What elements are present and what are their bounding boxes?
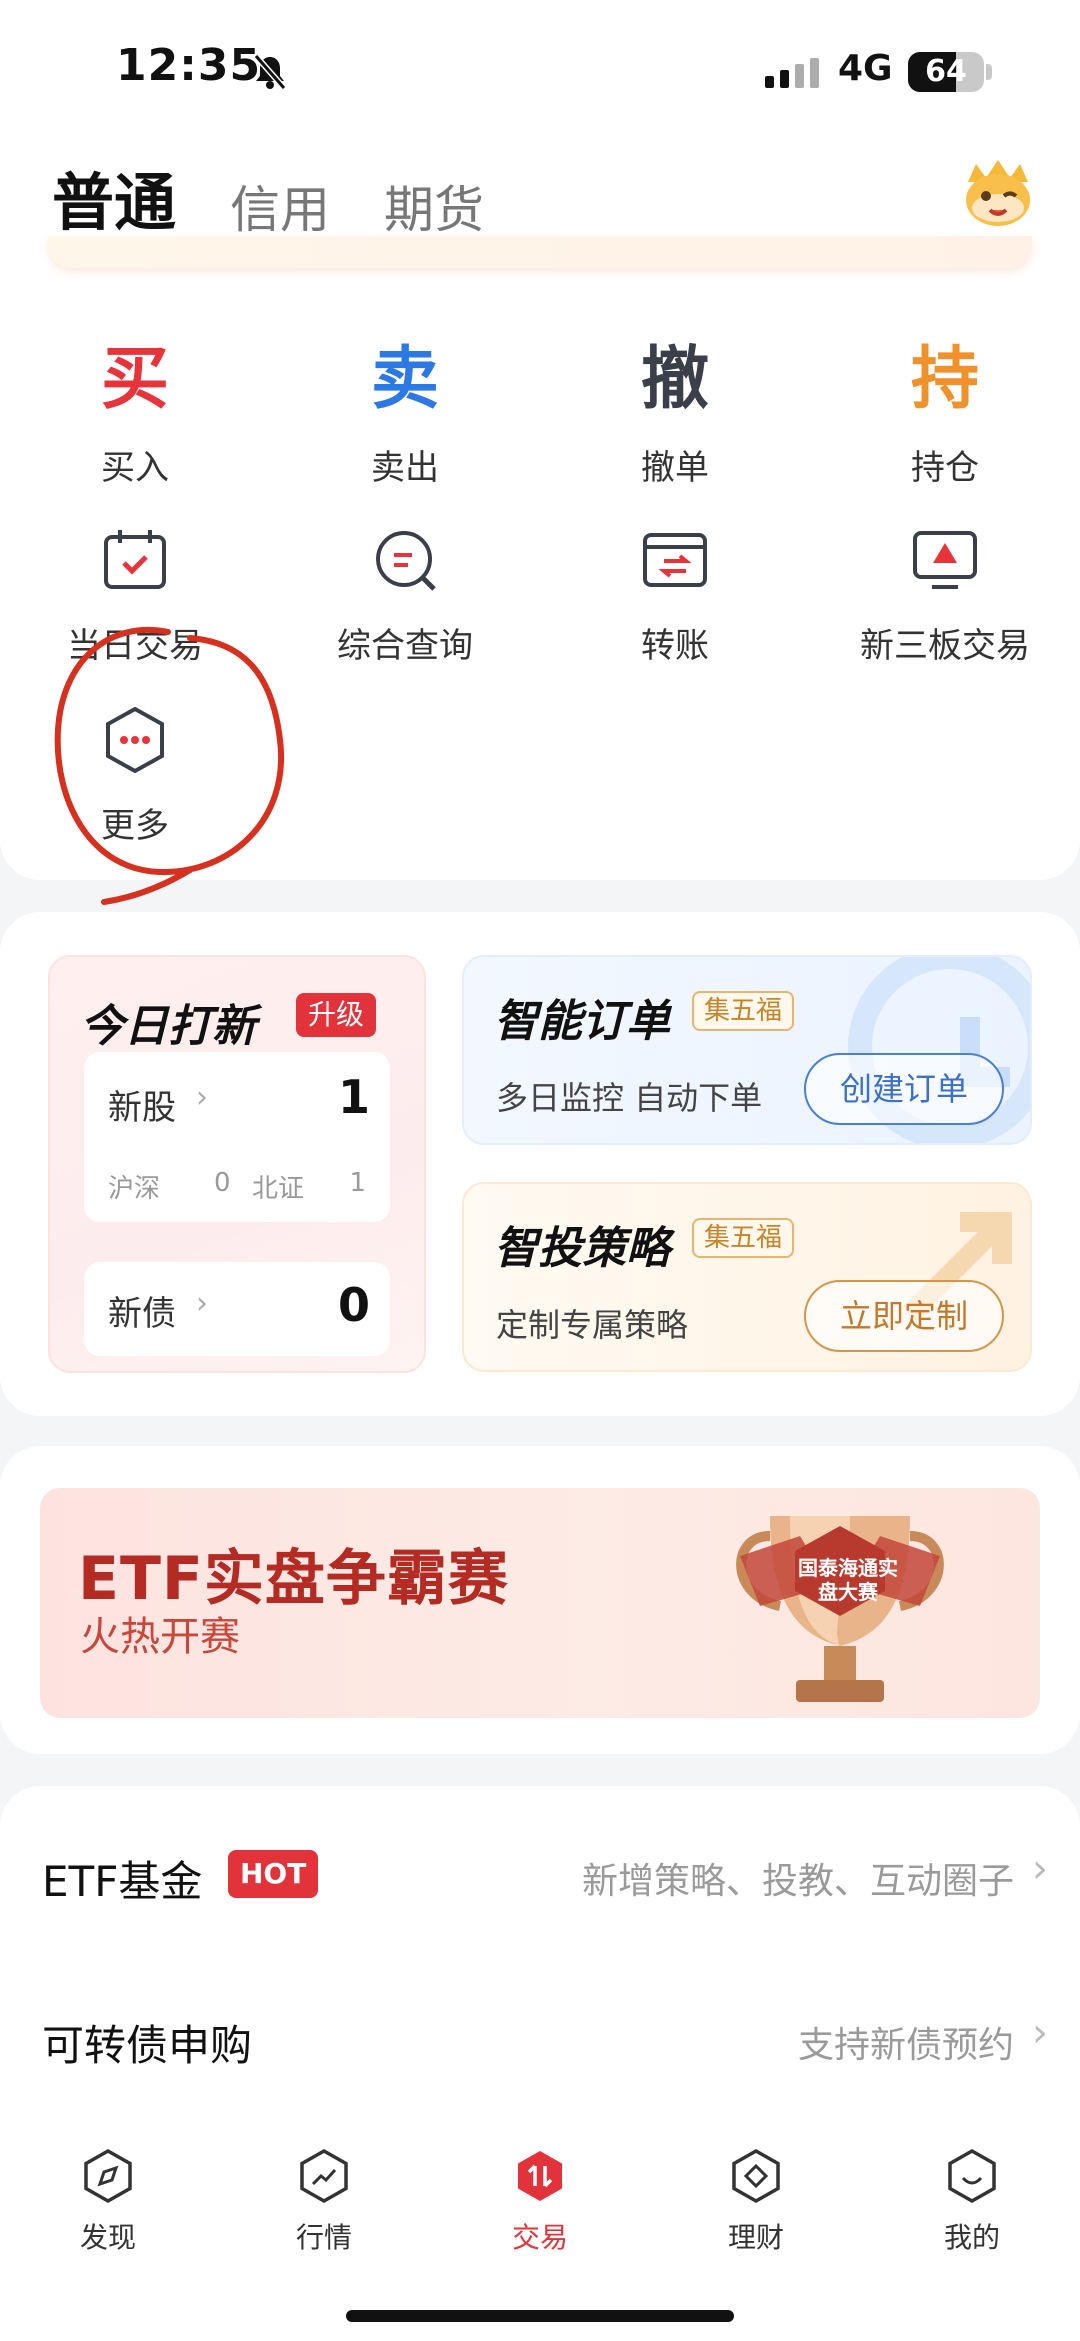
transfer-label: 转账: [641, 626, 709, 666]
annotation-circle: [40, 620, 300, 914]
new-stock-count: 1: [337, 1070, 370, 1124]
hs-label: 沪深: [108, 1174, 161, 1204]
trophy-text: 国泰海通实盘大赛: [798, 1556, 898, 1604]
cellular-signal-icon: [765, 58, 819, 88]
battery-tip: [986, 64, 992, 80]
nav-market[interactable]: 行情: [216, 2148, 432, 2256]
trend-icon: [216, 2148, 432, 2208]
transfer-button[interactable]: 转账: [540, 520, 810, 667]
bz-count: 1: [349, 1168, 366, 1198]
create-order-button[interactable]: 创建订单: [804, 1053, 1004, 1125]
monitor-icon: [810, 520, 1080, 600]
convertible-bond-row[interactable]: 可转债申购 支持新债预约 ›: [0, 1984, 1080, 2094]
chevron-right-icon: ›: [196, 1080, 208, 1115]
new-bond-row[interactable]: 新债 › 0: [84, 1262, 390, 1356]
strategy-desc: 定制专属策略: [496, 1306, 689, 1344]
silent-bell-icon: [250, 52, 290, 96]
new-stock-row[interactable]: 新股 › 1 沪深 0 北证 1: [84, 1052, 390, 1222]
new-bond-count: 0: [337, 1278, 370, 1332]
nav-trade[interactable]: 交易: [432, 2148, 648, 2256]
cancel-glyph: 撤: [640, 340, 709, 419]
notice-strip[interactable]: [48, 236, 1032, 268]
banner-subtitle: 火热开赛: [80, 1614, 240, 1660]
chevron-right-icon: ›: [196, 1286, 208, 1321]
query-button[interactable]: 综合查询: [270, 520, 540, 667]
wealth-icon: [648, 2148, 864, 2208]
account-tabs: 普通 信用 期货: [52, 152, 484, 242]
sell-glyph: 卖: [370, 340, 439, 419]
new-bond-label: 新债: [108, 1294, 176, 1334]
nav-discover[interactable]: 发现: [0, 2148, 216, 2256]
battery-icon: 64: [908, 52, 984, 92]
network-type: 4G: [838, 48, 893, 89]
profile-icon: [864, 2148, 1080, 2208]
cancel-order-button[interactable]: 撤 撤单: [540, 330, 810, 489]
smart-order-tag: 集五福: [692, 991, 795, 1031]
tab-credit[interactable]: 信用: [230, 170, 330, 242]
mascot-avatar-icon[interactable]: [958, 152, 1038, 236]
customize-button[interactable]: 立即定制: [804, 1280, 1004, 1352]
buy-glyph: 买: [100, 340, 169, 419]
neeq-trade-label: 新三板交易: [860, 626, 1030, 666]
nav-market-label: 行情: [295, 2221, 352, 2254]
transfer-icon: [540, 520, 810, 600]
nav-profile-label: 我的: [943, 2221, 1000, 2254]
new-stock-label: 新股: [108, 1088, 176, 1128]
tab-normal[interactable]: 普通: [52, 152, 176, 242]
neeq-trade-button[interactable]: 新三板交易: [810, 520, 1080, 667]
nav-discover-label: 发现: [79, 2221, 136, 2254]
nav-profile[interactable]: 我的: [864, 2148, 1080, 2256]
sell-label: 卖出: [371, 448, 439, 488]
home-indicator[interactable]: [346, 2310, 734, 2322]
battery-level: 64: [925, 54, 967, 89]
etf-fund-title: ETF基金: [42, 1857, 203, 1906]
strategy-tag: 集五福: [692, 1218, 795, 1258]
smart-order-card[interactable]: 智能订单 集五福 多日监控 自动下单 创建订单: [462, 955, 1032, 1145]
smart-order-title: 智能订单: [494, 996, 670, 1047]
trophy-icon: [700, 1496, 980, 1720]
nav-wealth-label: 理财: [727, 2221, 784, 2254]
holdings-button[interactable]: 持 持仓: [810, 330, 1080, 489]
upgrade-badge: 升级: [296, 993, 377, 1037]
tab-futures[interactable]: 期货: [384, 170, 484, 242]
nav-wealth[interactable]: 理财: [648, 2148, 864, 2256]
hot-badge: HOT: [228, 1850, 319, 1898]
chevron-right-icon: ›: [1032, 1846, 1048, 1892]
search-query-icon: [270, 520, 540, 600]
smart-order-desc: 多日监控 自动下单: [496, 1079, 763, 1117]
compass-icon: [0, 2148, 216, 2208]
etf-fund-row[interactable]: ETF基金 HOT 新增策略、投教、互动圈子 ›: [0, 1820, 1080, 1930]
sell-button[interactable]: 卖 卖出: [270, 330, 540, 489]
strategy-card[interactable]: 智投策略 集五福 定制专属策略 立即定制: [462, 1182, 1032, 1372]
convertible-bond-title: 可转债申购: [42, 2021, 253, 2070]
query-label: 综合查询: [337, 626, 473, 666]
buy-label: 买入: [101, 448, 169, 488]
status-time: 12:35: [116, 40, 262, 91]
calendar-check-icon: [0, 520, 270, 600]
hs-count: 0: [214, 1168, 231, 1198]
buy-button[interactable]: 买 买入: [0, 330, 270, 489]
convertible-bond-desc: 支持新债预约: [797, 2025, 1014, 2066]
hold-label: 持仓: [911, 448, 979, 488]
trade-icon: [432, 2148, 648, 2208]
bz-label: 北证: [252, 1174, 305, 1204]
nav-trade-label: 交易: [511, 2221, 568, 2254]
etf-fund-desc: 新增策略、投教、互动圈子: [581, 1861, 1014, 1902]
cancel-label: 撤单: [641, 448, 709, 488]
hold-glyph: 持: [910, 340, 979, 419]
strategy-title: 智投策略: [494, 1223, 670, 1274]
ipo-title: 今日打新: [80, 1001, 256, 1052]
chevron-right-icon: ›: [1032, 2010, 1048, 2056]
